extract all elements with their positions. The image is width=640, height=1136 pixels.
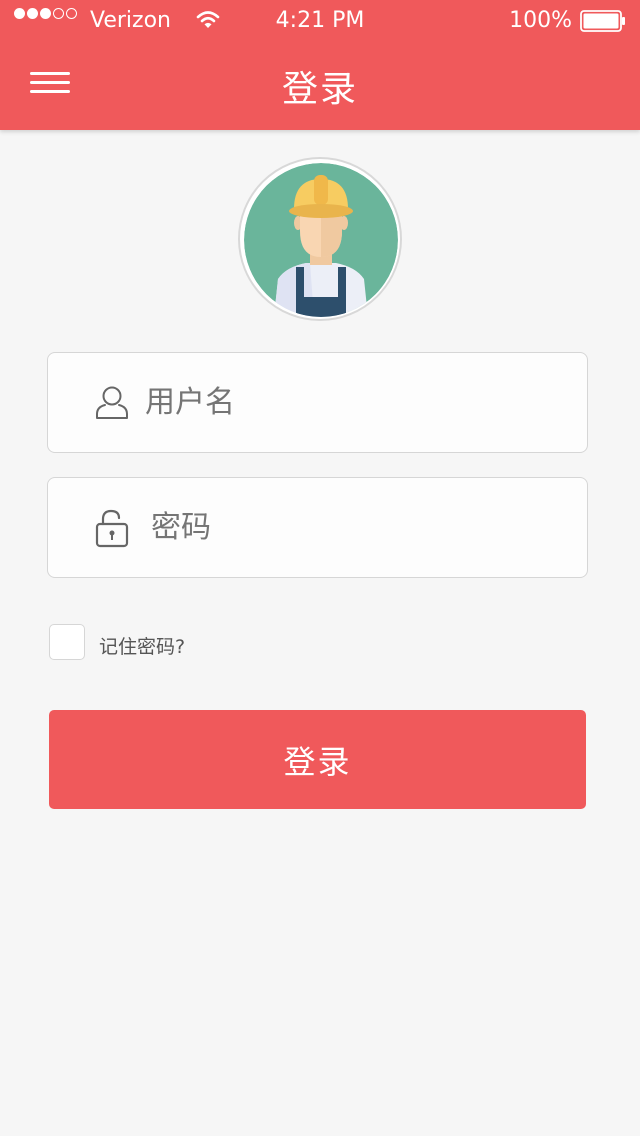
lock-icon [95, 509, 129, 548]
user-icon [96, 386, 128, 419]
app-header: Verizon 4:21 PM 100% 登录 [0, 0, 640, 130]
username-input[interactable] [145, 383, 545, 423]
navigation-bar: 登录 [0, 40, 640, 130]
login-button[interactable]: 登录 [49, 710, 586, 809]
remember-password: 记住密码? [49, 624, 309, 662]
worker-avatar-icon [244, 163, 398, 317]
password-field[interactable] [47, 477, 588, 578]
battery-percent: 100% [509, 8, 572, 33]
page-title: 登录 [281, 69, 358, 110]
avatar [238, 157, 402, 321]
username-field[interactable] [47, 352, 588, 453]
password-input[interactable] [151, 508, 551, 548]
battery-icon [580, 10, 625, 32]
remember-label: 记住密码? [99, 636, 186, 658]
remember-checkbox[interactable] [49, 624, 85, 660]
status-bar: Verizon 4:21 PM 100% [0, 0, 640, 40]
